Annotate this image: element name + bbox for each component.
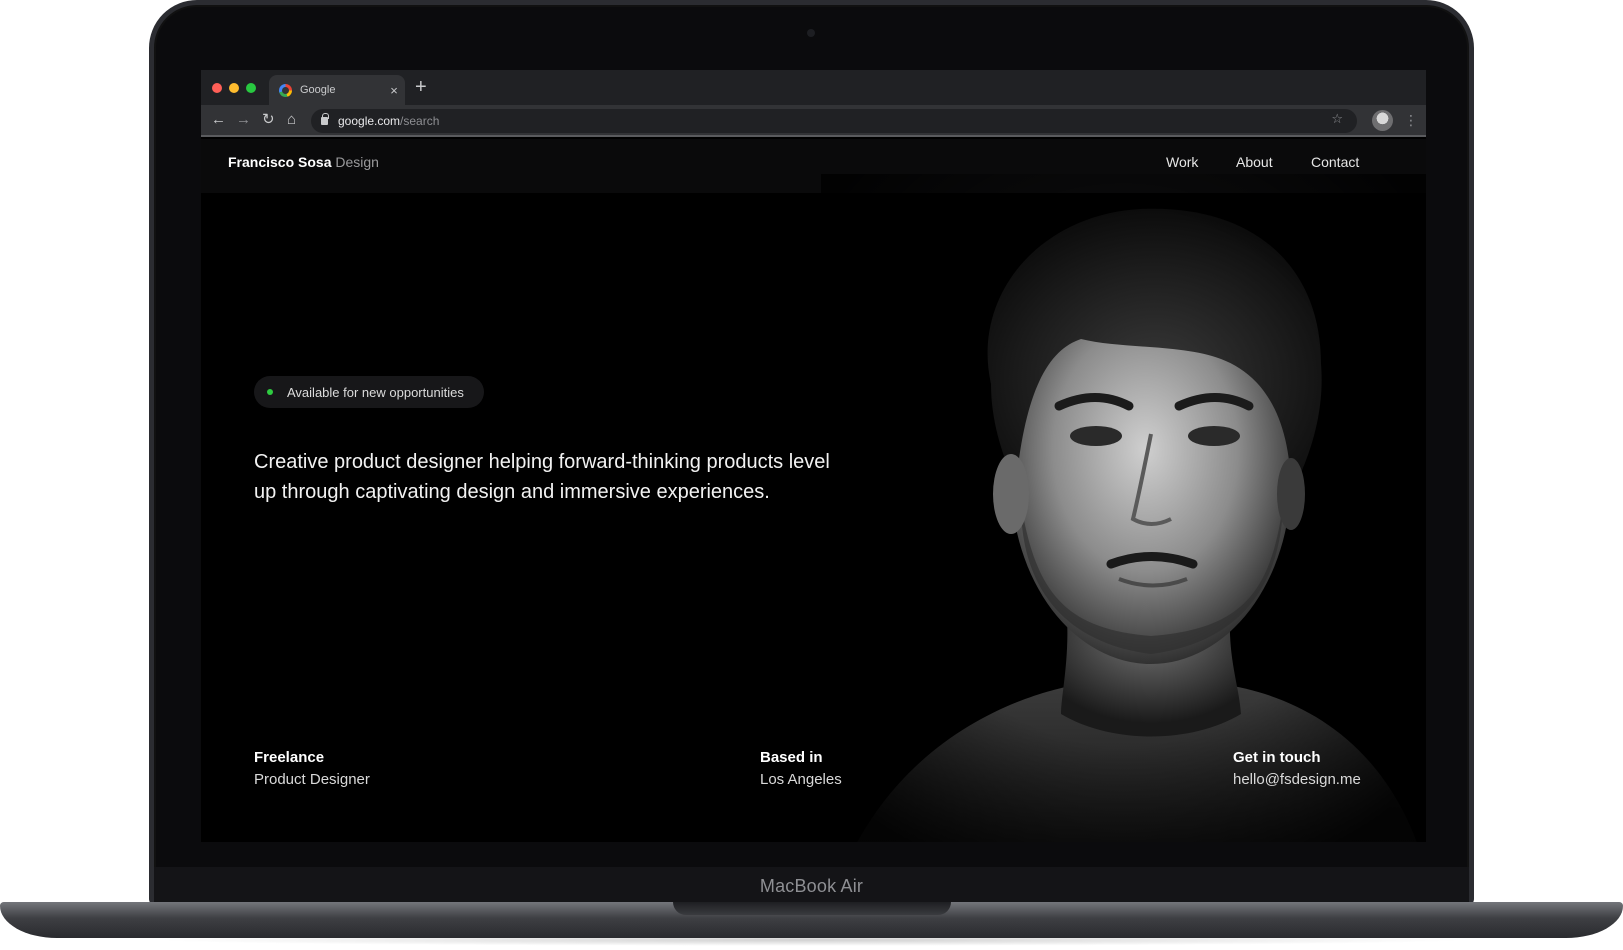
reload-icon[interactable]: ↻ (262, 110, 275, 130)
email-link[interactable]: hello@fsdesign.me (1233, 771, 1361, 788)
bookmark-star-icon[interactable]: ☆ (1331, 111, 1343, 127)
detail-label: Freelance (254, 749, 325, 766)
laptop-mockup: Google × + ← → ↻ ⌂ google.com /search ☆ … (0, 0, 1623, 950)
detail-value: Los Angeles (760, 771, 842, 788)
availability-text: Available for new opportunities (287, 384, 464, 400)
laptop-notch (673, 902, 951, 915)
address-bar[interactable]: google.com /search ☆ (311, 109, 1357, 133)
nav-about-link[interactable]: About (1236, 154, 1273, 170)
device-label: MacBook Air (759, 876, 864, 896)
status-dot-icon (267, 389, 273, 395)
nav-work-link[interactable]: Work (1166, 154, 1198, 170)
detail-label: Based in (760, 749, 823, 766)
detail-location: Based in Los Angeles (760, 747, 842, 791)
close-window-button[interactable] (212, 83, 222, 93)
screen: Google × + ← → ↻ ⌂ google.com /search ☆ … (201, 70, 1426, 842)
brand-name: Francisco Sosa (228, 154, 332, 170)
url-path: /search (400, 114, 440, 128)
google-favicon-icon (279, 83, 292, 97)
tab-title: Google (300, 84, 336, 96)
profile-avatar[interactable] (1372, 110, 1393, 131)
url-host: google.com (338, 114, 401, 128)
new-tab-button[interactable]: + (415, 77, 427, 97)
forward-arrow-icon[interactable]: → (236, 110, 251, 130)
browser-toolbar: ← → ↻ ⌂ google.com /search ☆ ⋮ (201, 105, 1426, 137)
availability-badge: Available for new opportunities (254, 376, 484, 408)
nav-contact-link[interactable]: Contact (1311, 154, 1359, 170)
lock-icon (321, 113, 329, 125)
site-brand[interactable]: Francisco Sosa Design (228, 154, 379, 170)
website: Francisco Sosa Design Work About Contact (201, 139, 1426, 842)
detail-contact: Get in touch hello@fsdesign.me (1233, 747, 1361, 791)
close-tab-icon[interactable]: × (383, 83, 405, 98)
detail-value: Product Designer (254, 771, 370, 788)
minimize-window-button[interactable] (229, 83, 239, 93)
detail-label: Get in touch (1233, 749, 1321, 766)
laptop-chin: MacBook Air (154, 867, 1469, 905)
hero-headline: Creative product designer helping forwar… (254, 451, 830, 503)
back-arrow-icon[interactable]: ← (211, 110, 226, 130)
home-icon[interactable]: ⌂ (287, 110, 296, 130)
browser-menu-icon[interactable]: ⋮ (1404, 111, 1418, 129)
camera-icon (807, 29, 815, 37)
brand-suffix: Design (335, 154, 379, 170)
browser-tab-bar: Google × + (201, 70, 1426, 105)
portrait-photo (821, 174, 1426, 842)
detail-freelance: Freelance Product Designer (254, 747, 370, 791)
browser-tab[interactable]: Google × (269, 75, 405, 105)
maximize-window-button[interactable] (246, 83, 256, 93)
